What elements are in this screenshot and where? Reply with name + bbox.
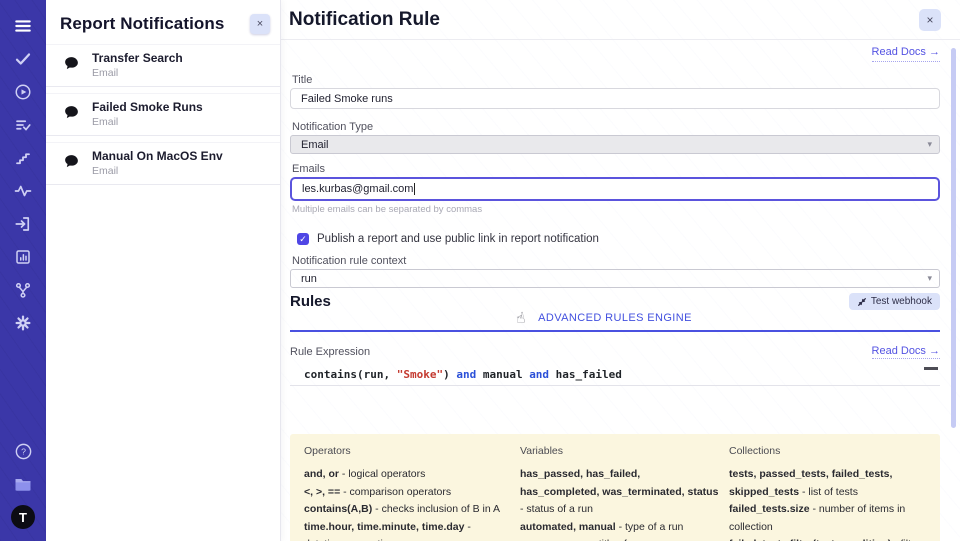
notification-subtitle: Email (92, 165, 270, 177)
notification-title: Transfer Search (92, 51, 270, 65)
chat-bubble-icon (63, 153, 80, 175)
notification-subtitle: Email (92, 67, 270, 79)
rule-expression-editor[interactable]: contains(run, "Smoke") and manual and ha… (290, 366, 940, 386)
list-item[interactable]: Transfer Search Email (46, 44, 280, 87)
help-column-header: Variables (520, 445, 720, 457)
emails-label: Emails (292, 163, 940, 175)
emails-input[interactable]: les.kurbas@gmail.com (290, 177, 940, 201)
notification-title: Manual On MacOS Env (92, 149, 270, 163)
svg-text:?: ? (21, 446, 26, 456)
folder-icon[interactable] (11, 472, 35, 496)
read-docs-link[interactable]: Read Docs → (872, 46, 940, 62)
publish-checkbox-label: Publish a report and use public link in … (317, 233, 599, 245)
title-input[interactable]: Failed Smoke runs (290, 88, 940, 109)
emails-input-value: les.kurbas@gmail.com (302, 183, 413, 195)
help-icon[interactable]: ? (11, 439, 35, 463)
panel-title: Report Notifications (60, 14, 224, 34)
context-select[interactable]: run ▾ (290, 269, 940, 288)
title-label: Title (292, 74, 940, 86)
activity-icon[interactable] (11, 179, 35, 203)
gear-icon[interactable] (11, 311, 35, 335)
page-title: Notification Rule (289, 9, 440, 31)
help-entry: automated, manual - type of a run (520, 519, 720, 537)
vertical-scrollbar[interactable] (951, 48, 956, 428)
mouse-hand-cursor: ☝ (515, 308, 527, 327)
test-webhook-button[interactable]: Test webhook (849, 293, 940, 310)
editor-resize-handle[interactable] (924, 367, 938, 370)
emails-helper-text: Multiple emails can be separated by comm… (292, 204, 940, 215)
notification-type-value: Email (301, 139, 329, 151)
help-column: Collections tests, passed_tests, failed_t… (729, 445, 926, 541)
user-avatar[interactable]: T (11, 505, 35, 529)
help-entry: run, rungroup - title of run or rungroup (520, 536, 720, 541)
help-entry: contains(A,B) - checks inclusion of B in… (304, 501, 511, 519)
sign-in-icon[interactable] (11, 212, 35, 236)
bar-chart-icon[interactable] (11, 245, 35, 269)
expression-help-panel: Operators and, or - logical operators<, >… (290, 434, 940, 541)
help-entry: <, >, == - comparison operators (304, 484, 511, 502)
tab-advanced-rules-engine[interactable]: ADVANCED RULES ENGINE (538, 312, 692, 324)
text-cursor (414, 183, 415, 195)
panel-close-button[interactable]: × (250, 14, 270, 34)
chevron-down-icon: ▾ (927, 139, 932, 150)
help-column-header: Operators (304, 445, 511, 457)
help-entry: failed_tests.size - number of items in c… (729, 501, 926, 536)
help-entry: has_passed, has_failed, has_completed, w… (520, 466, 720, 519)
rules-tabs: ☝ ADVANCED RULES ENGINE (290, 310, 940, 332)
notification-rule-form: Notification Rule × Read Docs → Title Fa… (281, 0, 960, 541)
app-sidebar: ? T (0, 0, 46, 541)
rule-expression-label: Rule Expression (290, 346, 370, 358)
chat-bubble-icon (63, 55, 80, 77)
notification-type-select[interactable]: Email ▾ (290, 135, 940, 154)
report-notifications-panel: Report Notifications × Transfer Search E… (46, 0, 281, 541)
play-circle-icon[interactable] (11, 80, 35, 104)
list-check-icon[interactable] (11, 113, 35, 137)
webhook-icon (857, 297, 867, 307)
notification-subtitle: Email (92, 116, 270, 128)
help-column: Operators and, or - logical operators<, >… (304, 445, 511, 541)
help-column: Variables has_passed, has_failed, has_com… (520, 445, 720, 541)
test-webhook-label: Test webhook (871, 296, 932, 307)
chevron-down-icon: ▾ (927, 273, 932, 284)
fork-icon[interactable] (11, 278, 35, 302)
code-line[interactable]: contains(run, "Smoke") and manual and ha… (290, 366, 940, 386)
help-entry: and, or - logical operators (304, 466, 511, 484)
help-entry: time.hour, time.minute, time.day - datet… (304, 519, 511, 541)
title-input-value: Failed Smoke runs (301, 93, 393, 105)
chat-bubble-icon (63, 104, 80, 126)
list-item[interactable]: Failed Smoke Runs Email (46, 93, 280, 136)
rule-expression-read-docs-link[interactable]: Read Docs → (872, 345, 940, 359)
notification-title: Failed Smoke Runs (92, 100, 270, 114)
help-entry: failed_tests.filter(test, condition) - f… (729, 536, 926, 541)
context-value: run (301, 273, 317, 285)
list-item[interactable]: Manual On MacOS Env Email (46, 142, 280, 185)
help-column-header: Collections (729, 445, 926, 457)
close-button[interactable]: × (919, 9, 941, 31)
notification-type-label: Notification Type (292, 121, 940, 133)
help-entry: tests, passed_tests, failed_tests, skipp… (729, 466, 926, 501)
steps-icon[interactable] (11, 146, 35, 170)
context-label: Notification rule context (292, 255, 940, 267)
rules-heading: Rules (290, 293, 331, 310)
check-icon[interactable] (11, 47, 35, 71)
publish-checkbox[interactable]: ✓ (297, 233, 309, 245)
menu-icon[interactable] (11, 14, 35, 38)
